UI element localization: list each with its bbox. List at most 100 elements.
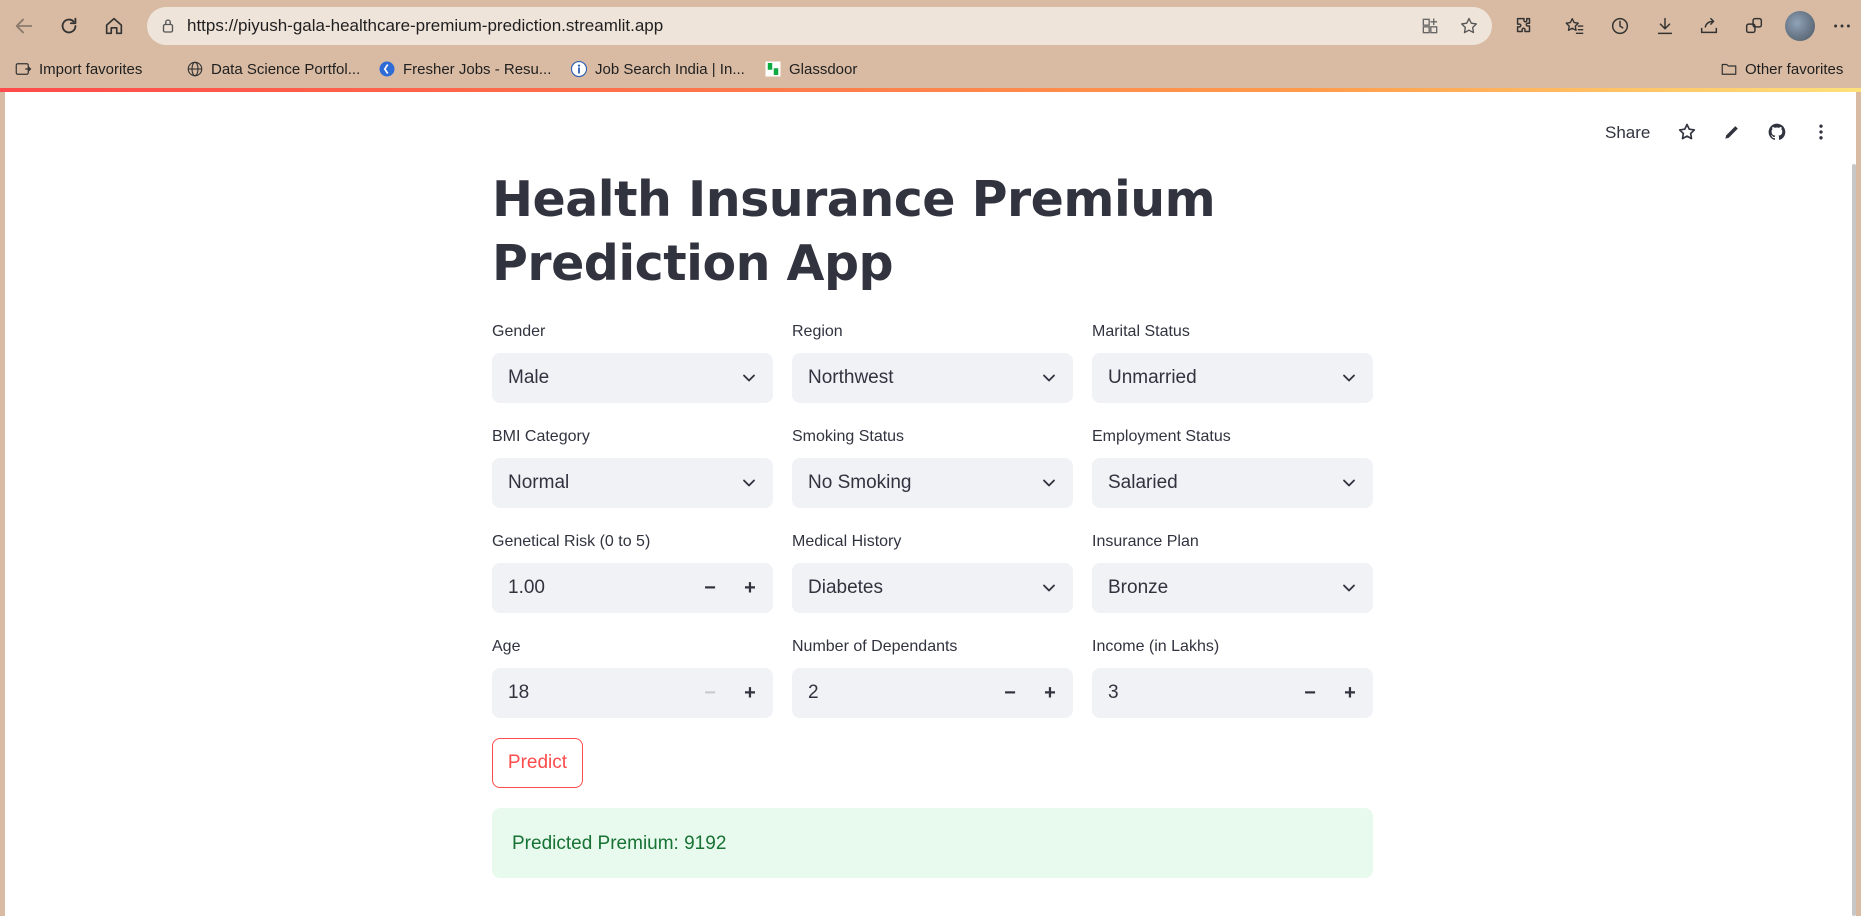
share-page-button[interactable] <box>1694 11 1724 41</box>
favorite-star-icon[interactable] <box>1457 14 1481 38</box>
bookmark-glassdoor[interactable]: Glassdoor <box>764 58 857 80</box>
prediction-result-alert: Predicted Premium: 9192 <box>492 808 1373 878</box>
more-horizontal-icon <box>1834 24 1850 28</box>
medical-history-field: Medical History Diabetes <box>792 532 1073 613</box>
import-icon <box>14 60 32 78</box>
dependants-input[interactable]: 2 − + <box>792 668 1073 718</box>
marital-status-label: Marital Status <box>1092 323 1190 340</box>
employment-status-field: Employment Status Salaried <box>1092 427 1373 508</box>
employment-status-select[interactable]: Salaried <box>1092 458 1373 508</box>
bookmark-data-science[interactable]: Data Science Portfol... <box>186 58 360 80</box>
marital-status-select[interactable]: Unmarried <box>1092 353 1373 403</box>
app-available-icon[interactable] <box>1418 14 1442 38</box>
share-button[interactable]: Share <box>1605 123 1650 143</box>
bookmark-label: Other favorites <box>1745 60 1844 78</box>
edit-pencil-icon[interactable] <box>1720 120 1744 144</box>
employment-status-value: Salaried <box>1108 472 1178 493</box>
age-value[interactable]: 18 <box>508 682 529 704</box>
marital-status-field: Marital Status Unmarried <box>1092 322 1373 403</box>
info-icon <box>570 60 588 78</box>
decrement-button[interactable]: − <box>697 575 723 601</box>
bmi-category-select[interactable]: Normal <box>492 458 773 508</box>
collections-icon <box>1745 17 1763 34</box>
region-field: Region Northwest <box>792 322 1073 403</box>
increment-button[interactable]: + <box>737 575 763 601</box>
age-input[interactable]: 18 − + <box>492 668 773 718</box>
employment-status-label: Employment Status <box>1092 428 1231 445</box>
marital-status-value: Unmarried <box>1108 367 1197 388</box>
gender-label: Gender <box>492 323 546 340</box>
medical-history-label: Medical History <box>792 533 902 550</box>
chevron-down-icon <box>743 374 755 382</box>
refresh-button[interactable] <box>52 9 86 43</box>
app-header: Share <box>5 92 1856 152</box>
genetical-risk-label: Genetical Risk (0 to 5) <box>492 533 651 550</box>
region-select[interactable]: Northwest <box>792 353 1073 403</box>
medical-history-select[interactable]: Diabetes <box>792 563 1073 613</box>
prediction-result-text: Predicted Premium: 9192 <box>512 833 727 854</box>
bookmark-label: Fresher Jobs - Resu... <box>403 60 552 78</box>
folder-icon <box>1720 60 1738 78</box>
chevron-down-icon <box>1043 374 1055 382</box>
github-icon[interactable] <box>1765 120 1789 144</box>
bmi-category-value: Normal <box>508 472 570 493</box>
bookmark-job-search[interactable]: Job Search India | In... <box>570 58 745 80</box>
page-scrollbar[interactable] <box>1852 164 1856 916</box>
decrement-button[interactable]: − <box>697 680 723 706</box>
page-title: Health Insurance Premium Prediction App <box>492 171 1216 292</box>
lock-icon[interactable] <box>157 15 179 37</box>
bmi-category-label: BMI Category <box>492 428 590 445</box>
gender-select[interactable]: Male <box>492 353 773 403</box>
bookmark-label: Data Science Portfol... <box>211 60 361 78</box>
predict-button[interactable]: Predict <box>492 738 583 788</box>
bookmark-label: Import favorites <box>39 60 143 78</box>
genetical-risk-field: Genetical Risk (0 to 5) 1.00 − + <box>492 532 773 613</box>
income-value[interactable]: 3 <box>1108 682 1119 704</box>
back-button[interactable] <box>7 9 41 43</box>
extensions-button[interactable] <box>1509 11 1539 41</box>
decrement-button[interactable]: − <box>1297 680 1323 706</box>
bookmark-import-favorites[interactable]: Import favorites <box>14 58 142 80</box>
puzzle-icon <box>1516 17 1531 33</box>
home-icon <box>105 17 123 35</box>
chevron-down-icon <box>743 479 755 487</box>
insurance-plan-select[interactable]: Bronze <box>1092 563 1373 613</box>
genetical-risk-value[interactable]: 1.00 <box>508 577 545 599</box>
insurance-plan-field: Insurance Plan Bronze <box>1092 532 1373 613</box>
dependants-value[interactable]: 2 <box>808 682 819 704</box>
profile-avatar[interactable] <box>1785 11 1815 41</box>
collections-button[interactable] <box>1739 11 1769 41</box>
decrement-button[interactable]: − <box>997 680 1023 706</box>
bookmark-other-favorites[interactable]: Other favorites <box>1720 58 1843 80</box>
home-button[interactable] <box>97 9 131 43</box>
chevron-down-icon <box>1343 584 1355 592</box>
globe-icon <box>186 60 204 78</box>
favorites-button[interactable] <box>1560 11 1590 41</box>
app-page: Share Health Insurance Premium Predictio… <box>5 92 1856 916</box>
more-vertical-icon[interactable] <box>1809 120 1833 144</box>
insurance-plan-label: Insurance Plan <box>1092 533 1199 550</box>
genetical-risk-input[interactable]: 1.00 − + <box>492 563 773 613</box>
chevron-down-icon <box>1043 479 1055 487</box>
history-button[interactable] <box>1605 11 1635 41</box>
insurance-plan-value: Bronze <box>1108 577 1169 598</box>
more-menu-button[interactable] <box>1827 11 1857 41</box>
favorites-list-icon <box>1565 17 1584 35</box>
downloads-button[interactable] <box>1650 11 1680 41</box>
age-field: Age 18 − + <box>492 637 773 718</box>
increment-button[interactable]: + <box>1037 680 1063 706</box>
increment-button[interactable]: + <box>737 680 763 706</box>
increment-button[interactable]: + <box>1337 680 1363 706</box>
income-input[interactable]: 3 − + <box>1092 668 1373 718</box>
bookmark-fresher-jobs[interactable]: Fresher Jobs - Resu... <box>378 58 551 80</box>
chevron-down-icon <box>1343 479 1355 487</box>
smoking-status-select[interactable]: No Smoking <box>792 458 1073 508</box>
star-icon[interactable] <box>1675 120 1699 144</box>
glassdoor-icon <box>764 60 782 78</box>
region-label: Region <box>792 323 843 340</box>
address-bar[interactable]: https://piyush-gala-healthcare-premium-p… <box>147 7 1492 45</box>
url-text[interactable]: https://piyush-gala-healthcare-premium-p… <box>187 16 663 36</box>
fresher-jobs-icon <box>378 60 396 78</box>
back-arrow-icon <box>15 18 33 34</box>
smoking-status-field: Smoking Status No Smoking <box>792 427 1073 508</box>
